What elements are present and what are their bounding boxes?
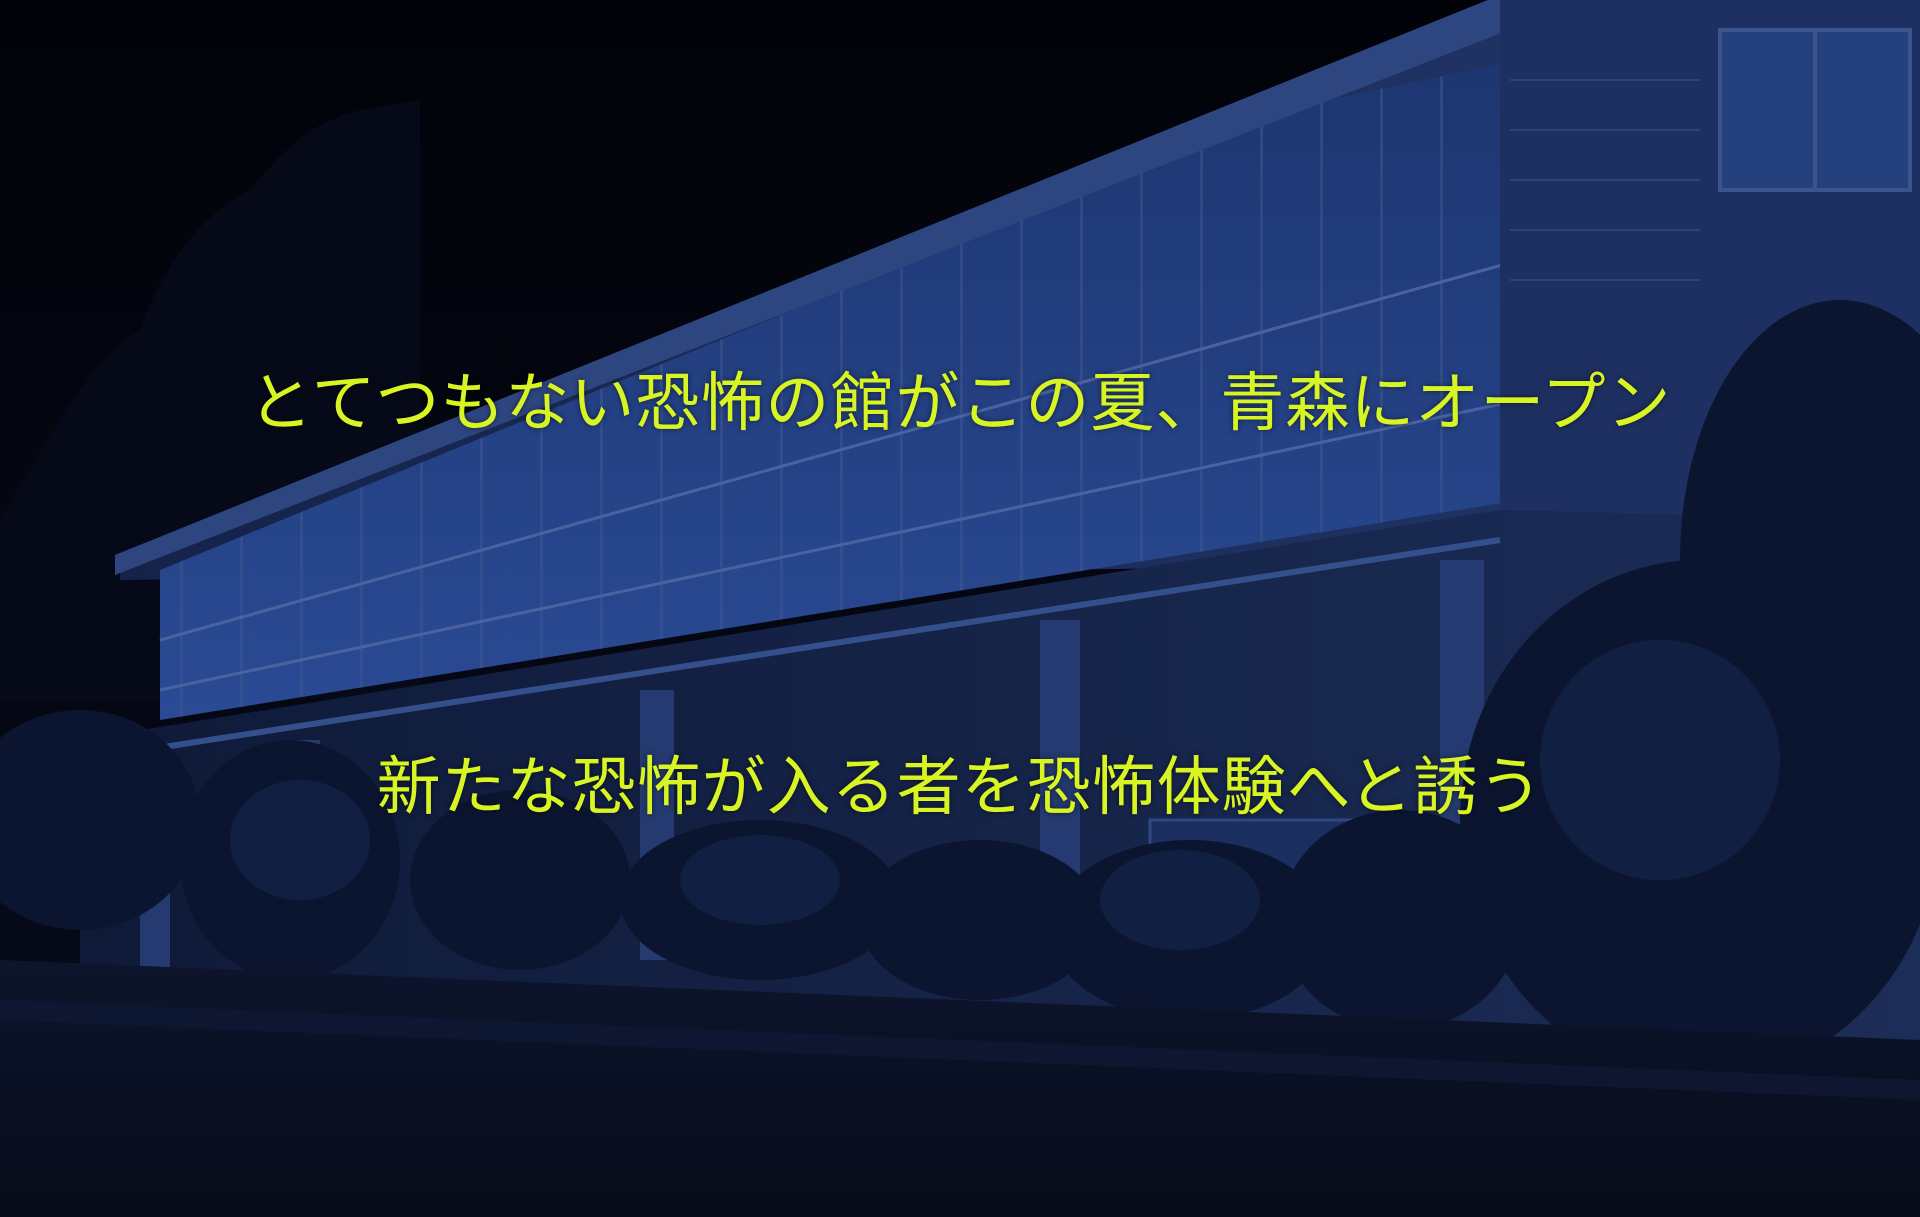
tagline-caption: 新たな恐怖が入る者を恐怖体験へと誘う [376, 751, 1544, 825]
night-school-background [0, 0, 1920, 1217]
headline-caption: とてつもない恐怖の館がこの夏、青森にオープン [248, 367, 1672, 441]
poster-scene: とてつもない恐怖の館がこの夏、青森にオープン 新たな恐怖が入る者を恐怖体験へと誘… [0, 0, 1920, 1217]
